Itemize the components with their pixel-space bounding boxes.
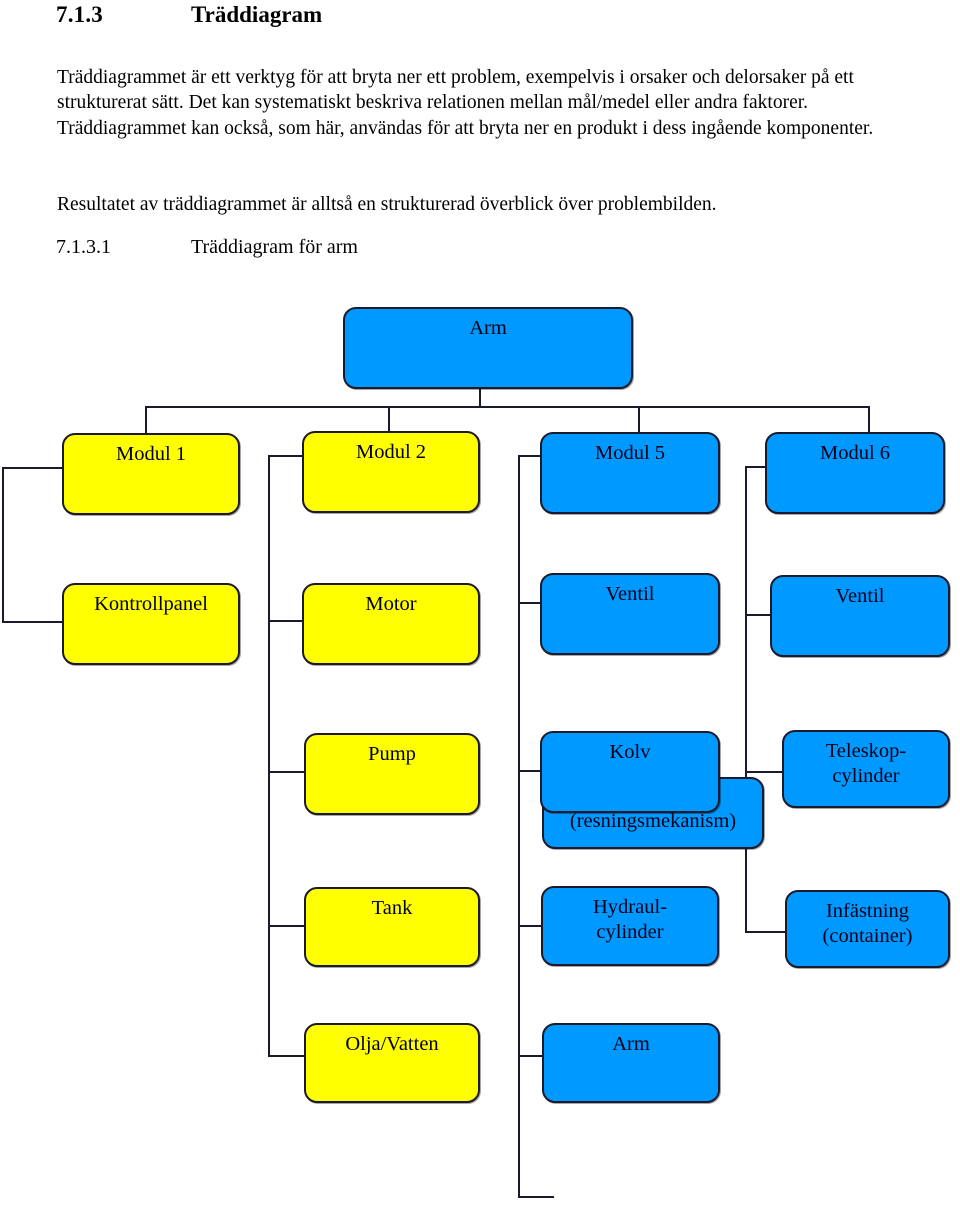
node-resningsmekanism[interactable]: (resningsmekanism) bbox=[542, 777, 764, 849]
connector-branch-modul-1 bbox=[2, 467, 63, 469]
node-label: Teleskop- cylinder bbox=[784, 739, 948, 789]
node-label: Modul 2 bbox=[355, 441, 427, 463]
node-label-line-2: (container) bbox=[822, 925, 913, 947]
connector-branch-kontrollpanel bbox=[2, 621, 63, 623]
document-page: 7.1.3 Träddiagram Träddiagrammet är ett … bbox=[0, 0, 960, 1208]
node-label: Modul 5 bbox=[594, 442, 666, 464]
node-ventil-1[interactable]: Ventil bbox=[540, 573, 720, 655]
connector-drop-col0 bbox=[145, 406, 147, 436]
connector-branch-infastning bbox=[745, 931, 785, 933]
node-label-line-1: Hydraul- bbox=[592, 896, 667, 918]
connector-spine-col3 bbox=[745, 466, 747, 932]
connector-branch-kolv bbox=[518, 770, 542, 772]
node-modul-2[interactable]: Modul 2 bbox=[302, 431, 480, 513]
connector-spine-col1 bbox=[268, 455, 270, 1056]
connector-top-bus bbox=[145, 406, 870, 408]
connector-branch-pump bbox=[268, 771, 304, 773]
node-infastning[interactable]: Infästning (container) bbox=[785, 890, 950, 968]
connector-branch-olja-vatten bbox=[268, 1055, 304, 1057]
subsection-heading: 7.1.3.1 Träddiagram för arm bbox=[56, 236, 358, 259]
body-paragraph-1: Träddiagrammet är ett verktyg för att br… bbox=[57, 66, 874, 139]
connector-branch-tank bbox=[268, 925, 304, 927]
node-label: Modul 6 bbox=[819, 442, 891, 464]
node-label: Modul 1 bbox=[115, 443, 187, 465]
connector-spine-col0 bbox=[2, 467, 4, 623]
connector-branch-ventil-2 bbox=[745, 614, 771, 616]
node-label: Tank bbox=[371, 897, 413, 919]
connector-drop-col2 bbox=[638, 406, 640, 436]
node-label-line-1: Infästning bbox=[825, 900, 910, 922]
node-tank[interactable]: Tank bbox=[304, 887, 480, 967]
node-arm-leaf[interactable]: Arm bbox=[542, 1023, 720, 1103]
connector-branch-hydraulcylinder bbox=[518, 925, 542, 927]
node-label: Infästning (container) bbox=[787, 899, 948, 949]
section-heading-title: Träddiagram bbox=[191, 2, 323, 27]
node-arm-root[interactable]: Arm bbox=[343, 307, 633, 389]
connector-branch-modul-6 bbox=[745, 466, 767, 468]
node-label: Arm bbox=[469, 317, 507, 339]
subsection-heading-title: Träddiagram för arm bbox=[191, 236, 358, 258]
body-paragraph-2: Resultatet av träddiagrammet är alltså e… bbox=[57, 193, 717, 215]
subsection-heading-number: 7.1.3.1 bbox=[56, 236, 111, 258]
node-kontrollpanel[interactable]: Kontrollpanel bbox=[62, 583, 240, 665]
connector-root-stem bbox=[479, 340, 481, 407]
connector-branch-modul-2 bbox=[268, 455, 304, 457]
node-label: Pump bbox=[368, 743, 416, 765]
connector-drop-col1 bbox=[388, 406, 390, 436]
node-modul-5[interactable]: Modul 5 bbox=[540, 432, 720, 514]
node-label: Hydraul- cylinder bbox=[543, 895, 717, 945]
connector-branch-teleskopcylinder bbox=[745, 771, 783, 773]
connector-branch-modul-5 bbox=[518, 455, 542, 457]
node-label: Arm bbox=[612, 1033, 650, 1055]
connector-branch-arm-leaf bbox=[518, 1055, 542, 1057]
connector-branch-ventil-1 bbox=[518, 602, 542, 604]
node-label: Kontrollpanel bbox=[94, 593, 208, 615]
node-label: Ventil bbox=[835, 585, 885, 607]
node-teleskopcylinder[interactable]: Teleskop- cylinder bbox=[782, 730, 950, 808]
section-heading-number: 7.1.3 bbox=[56, 2, 103, 27]
connector-drop-col3 bbox=[868, 406, 870, 436]
connector-branch-motor bbox=[268, 620, 304, 622]
node-label: Ventil bbox=[605, 583, 655, 605]
tree-diagram: Arm Modul 1 Modul 2 Modul 5 Modul 6 Kont… bbox=[0, 0, 960, 1208]
node-label: Motor bbox=[365, 593, 417, 615]
node-modul-6[interactable]: Modul 6 bbox=[765, 432, 945, 514]
node-label: Kolv bbox=[609, 741, 651, 763]
node-hydraulcylinder[interactable]: Hydraul- cylinder bbox=[541, 886, 719, 966]
node-label-line-2: cylinder bbox=[596, 921, 664, 943]
node-label-line-2: cylinder bbox=[832, 765, 900, 787]
section-heading: 7.1.3 Träddiagram bbox=[56, 2, 816, 28]
node-label: Olja/Vatten bbox=[345, 1033, 439, 1055]
node-olja-vatten[interactable]: Olja/Vatten bbox=[304, 1023, 480, 1103]
connector-spine-col2 bbox=[518, 455, 520, 1198]
node-label: (resningsmekanism) bbox=[569, 810, 737, 832]
node-motor[interactable]: Motor bbox=[302, 583, 480, 665]
node-ventil-2[interactable]: Ventil bbox=[770, 575, 950, 657]
node-kolv[interactable]: Kolv bbox=[540, 731, 720, 813]
node-label-line-1: Teleskop- bbox=[825, 740, 907, 762]
node-pump[interactable]: Pump bbox=[304, 733, 480, 815]
node-modul-1[interactable]: Modul 1 bbox=[62, 433, 240, 515]
connector-spine-col2-foot bbox=[518, 1196, 554, 1198]
